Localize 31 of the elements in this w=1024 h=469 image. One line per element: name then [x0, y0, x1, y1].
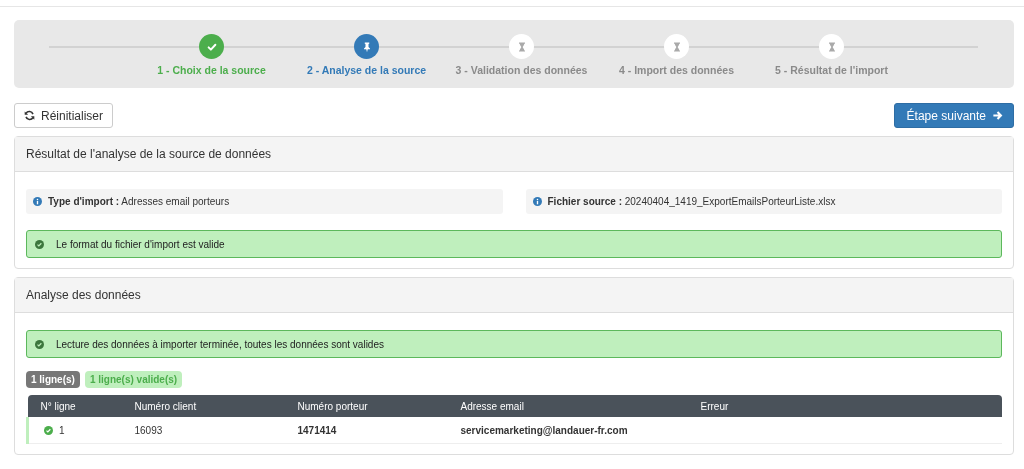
alert-message: Lecture des données à importer terminée, toutes les données sont valides: [56, 338, 384, 350]
column-header: Adresse email: [460, 395, 701, 417]
table-cell: servicemarketing@landauer-fr.com: [460, 424, 628, 436]
check-circle-icon: [35, 239, 44, 249]
column-header: Numéro porteur: [297, 395, 461, 417]
column-header: Numéro client: [134, 395, 298, 417]
panel-title: Résultat de l'analyse de la source de données: [26, 147, 272, 161]
alert-message: Le format du fichier d'import est valide: [56, 238, 225, 250]
table-cell: 16093: [134, 424, 163, 436]
panel-title: Analyse des données: [26, 288, 141, 302]
info-text: Type d'import : Adresses email porteurs: [48, 196, 230, 207]
refresh-icon: [24, 110, 35, 121]
column-header: Erreur: [700, 395, 1002, 417]
step-label: 2 - Analyse de la source: [306, 64, 427, 76]
info-text: Fichier source : 20240404_1419_ExportEmailsPorteurListe.xlsx: [547, 196, 836, 207]
arrow-right-icon: [992, 110, 1003, 121]
step-label: 4 - Import des données: [619, 64, 734, 76]
check-circle-icon: [44, 425, 53, 435]
info-icon: [532, 197, 542, 206]
count-badge: 1 ligne(s): [26, 371, 80, 388]
table-cell: 1471414: [297, 424, 337, 436]
valid-count-badge: 1 ligne(s) valide(s): [84, 371, 183, 388]
info-icon: [33, 197, 42, 206]
reset-button[interactable]: Réinitialiser: [14, 103, 114, 128]
check-circle-icon: [35, 339, 44, 349]
step-label: 3 - Validation des données: [455, 64, 588, 76]
step-label: 1 - Choix de la source: [157, 64, 266, 76]
next-step-button[interactable]: Étape suivante: [893, 103, 1014, 128]
step-label: 5 - Résultat de l'import: [775, 64, 888, 76]
table-cell: 1: [59, 424, 65, 436]
column-header: N° ligne: [27, 395, 135, 417]
